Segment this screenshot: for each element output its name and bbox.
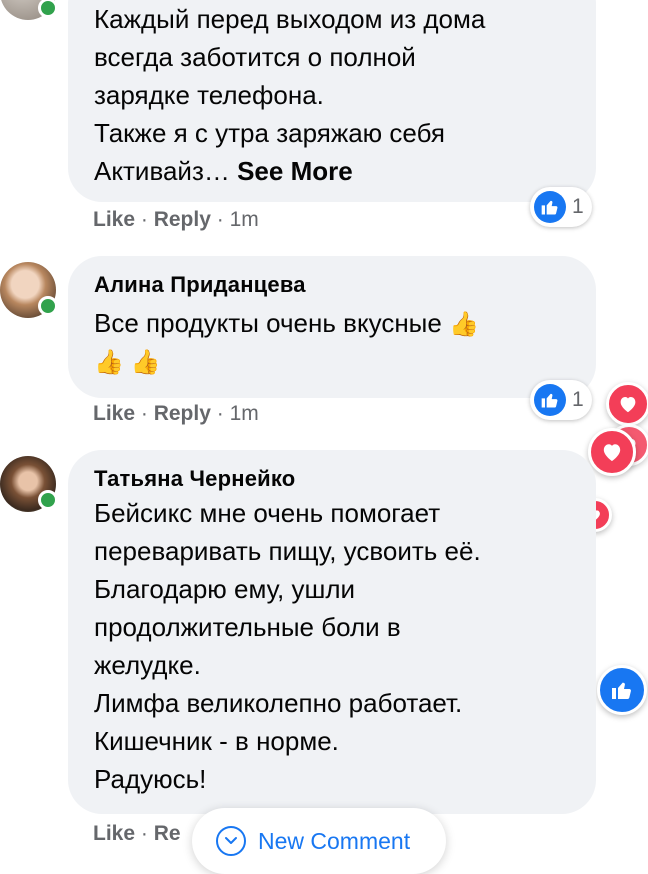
- comment-actions: Like · Re: [93, 822, 181, 846]
- like-action[interactable]: Like: [93, 822, 135, 845]
- comment-bubble: Алина Приданцева Все продукты очень вкус…: [68, 256, 596, 398]
- separator: ·: [135, 208, 154, 231]
- comment-text-line: Благодарю ему, ушли: [94, 574, 356, 604]
- reply-action[interactable]: Re: [154, 822, 181, 845]
- online-status-dot: [38, 490, 58, 510]
- thumbs-up-emoji: 👍: [449, 311, 479, 338]
- online-status-dot: [38, 296, 58, 316]
- avatar[interactable]: [0, 262, 58, 318]
- comment-text-truncated: Активайз…: [94, 156, 238, 186]
- emoji-line: 👍 👍: [94, 349, 161, 376]
- see-more-link[interactable]: See More: [237, 156, 353, 186]
- avatar[interactable]: [0, 0, 58, 20]
- separator: ·: [210, 402, 230, 425]
- comment-time: 1m: [229, 208, 259, 231]
- comment-author[interactable]: Алина Приданцева: [94, 272, 570, 298]
- separator: ·: [135, 402, 154, 425]
- thumbs-up-icon: [597, 665, 647, 715]
- heart-icon: [606, 382, 648, 426]
- comment-time: 1m: [229, 402, 259, 425]
- separator: ·: [210, 208, 230, 231]
- comment-text-line: Радуюсь!: [94, 764, 207, 794]
- reaction-count-pill[interactable]: 1: [530, 380, 592, 420]
- comment-actions: Like · Reply · 1m: [93, 208, 259, 232]
- comment-text-line: желудке.: [94, 650, 201, 680]
- comment-text-line: Каждый перед выходом из дома: [94, 4, 486, 34]
- heart-icon: [588, 428, 636, 476]
- online-status-dot: [38, 0, 58, 18]
- reply-action[interactable]: Reply: [154, 208, 211, 231]
- comment-text-line: продолжительные боли в: [94, 612, 401, 642]
- comment-bubble: Татьяна Чернейко Бейсикс мне очень помог…: [68, 450, 596, 814]
- reply-action[interactable]: Reply: [154, 402, 211, 425]
- comment-text-line: Кишечник - в норме.: [94, 726, 339, 756]
- chevron-down-icon: [216, 826, 246, 856]
- comment-text-line: Активайз… See More: [94, 152, 570, 190]
- comment-text: Все продукты очень вкусные: [94, 308, 442, 338]
- new-comment-label: New Comment: [258, 827, 411, 854]
- comment-author[interactable]: Татьяна Чернейко: [94, 466, 570, 492]
- comment-text-line: переваривать пищу, усвоить её.: [94, 536, 481, 566]
- reaction-count: 1: [572, 195, 584, 218]
- reaction-count: 1: [572, 388, 584, 411]
- like-action[interactable]: Like: [93, 208, 135, 231]
- new-comment-button[interactable]: New Comment: [192, 808, 446, 874]
- comment-text-line: Также я с утра заряжаю себя: [94, 118, 445, 148]
- reaction-count-pill[interactable]: 1: [530, 187, 592, 227]
- comment-bubble: Каждый перед выходом из дома всегда забо…: [68, 0, 596, 202]
- comment-text-line: зарядке телефона.: [94, 80, 324, 110]
- comment-text-line: Лимфа великолепно работает.: [94, 688, 463, 718]
- comment-text-line: Бейсикс мне очень помогает: [94, 498, 441, 528]
- comment-text-line: всегда заботится о полной: [94, 42, 416, 72]
- thumbs-up-icon: [534, 191, 566, 223]
- like-action[interactable]: Like: [93, 402, 135, 425]
- avatar[interactable]: [0, 456, 58, 512]
- comment-actions: Like · Reply · 1m: [93, 402, 259, 426]
- separator: ·: [135, 822, 154, 845]
- comment-text-line: Все продукты очень вкусные 👍: [94, 304, 570, 344]
- thumbs-up-icon: [534, 384, 566, 416]
